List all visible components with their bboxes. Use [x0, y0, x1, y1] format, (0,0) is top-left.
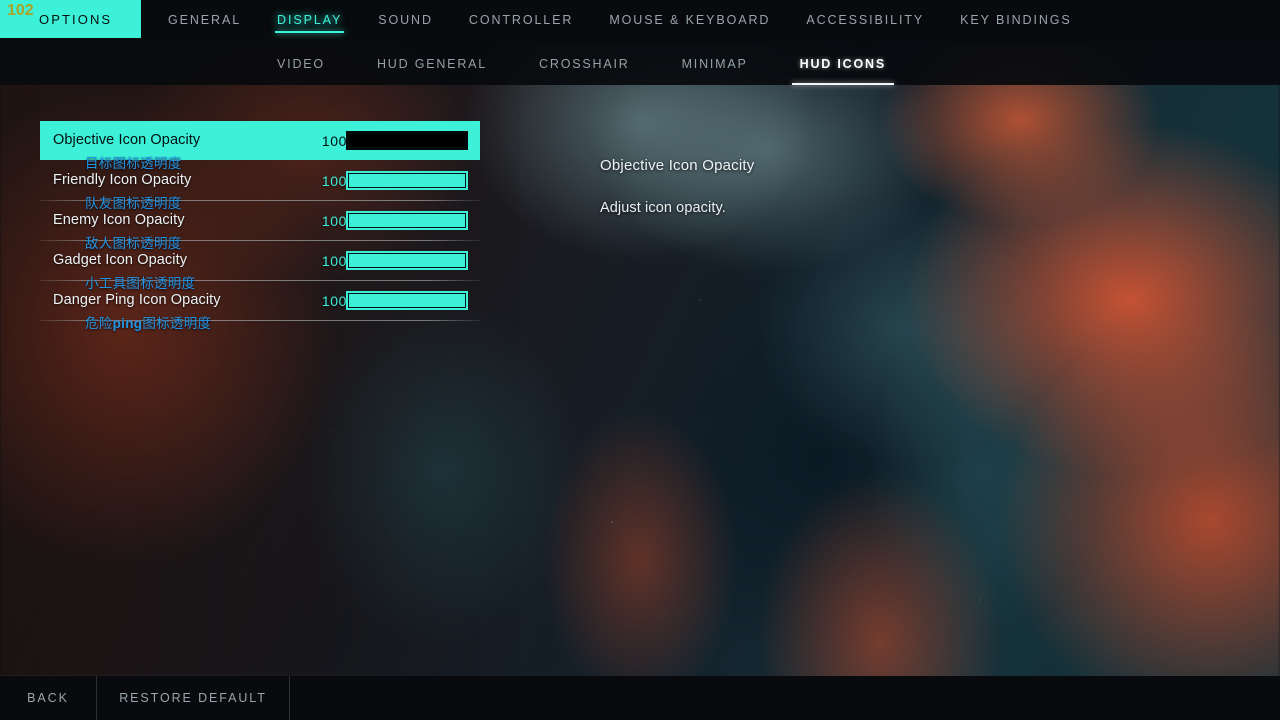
- back-button[interactable]: BACK: [0, 676, 96, 720]
- main-tab-mouse-keyboard[interactable]: MOUSE & KEYBOARD: [591, 0, 788, 42]
- bottom-divider-2: [289, 676, 290, 720]
- main-tab-bar: GENERAL DISPLAY SOUND CONTROLLER MOUSE &…: [150, 0, 1090, 42]
- main-tab-general[interactable]: GENERAL: [150, 0, 259, 42]
- opacity-slider[interactable]: [346, 251, 468, 270]
- setting-subtitle-bold: ping: [112, 316, 143, 331]
- counter-badge: 102: [7, 2, 34, 19]
- sub-tab-hud-icons[interactable]: HUD ICONS: [774, 54, 912, 85]
- description-body: Adjust icon opacity.: [600, 200, 726, 216]
- back-button-label: BACK: [27, 691, 69, 705]
- setting-subtitle: 目标图标透明度: [85, 152, 182, 172]
- options-screen: 102 OPTIONS GENERAL DISPLAY SOUND CONTRO…: [0, 0, 1280, 720]
- slider-fill: [349, 254, 465, 267]
- setting-subtitle-pre: 队友图标透明度: [85, 196, 182, 211]
- main-tab-display-label: DISPLAY: [277, 13, 343, 27]
- setting-subtitle: 危险ping图标透明度: [85, 312, 211, 332]
- sub-navigation-bar: VIDEO HUD GENERAL CROSSHAIR MINIMAP HUD …: [0, 42, 1280, 85]
- setting-value: 100: [321, 133, 347, 149]
- opacity-slider[interactable]: [346, 131, 468, 150]
- description-panel: Objective Icon Opacity Adjust icon opaci…: [600, 157, 1030, 216]
- sub-tab-crosshair-label: CROSSHAIR: [539, 56, 630, 71]
- settings-list: Objective Icon Opacity 100 目标图标透明度 Frien…: [40, 121, 480, 331]
- setting-subtitle: 敌人图标透明度: [85, 232, 182, 252]
- setting-value: 100: [321, 173, 347, 189]
- sub-tab-hud-general[interactable]: HUD GENERAL: [351, 54, 513, 74]
- opacity-slider[interactable]: [346, 171, 468, 190]
- setting-value: 100: [321, 293, 347, 309]
- setting-label: Objective Icon Opacity: [53, 132, 201, 148]
- setting-label: Danger Ping Icon Opacity: [53, 292, 221, 308]
- description-title: Objective Icon Opacity: [600, 157, 755, 174]
- opacity-slider[interactable]: [346, 291, 468, 310]
- sub-tab-bar: VIDEO HUD GENERAL CROSSHAIR MINIMAP HUD …: [251, 42, 912, 85]
- sub-tab-video[interactable]: VIDEO: [251, 54, 351, 74]
- main-tab-accessibility-label: ACCESSIBILITY: [806, 13, 925, 27]
- sub-tab-crosshair[interactable]: CROSSHAIR: [513, 54, 656, 74]
- main-tab-sound[interactable]: SOUND: [360, 0, 451, 42]
- setting-label: Friendly Icon Opacity: [53, 172, 192, 188]
- slider-fill: [349, 134, 465, 147]
- main-tab-sound-label: SOUND: [378, 13, 433, 27]
- sub-tab-minimap-label: MINIMAP: [681, 56, 748, 71]
- restore-default-button-label: RESTORE DEFAULT: [119, 691, 267, 705]
- slider-fill: [349, 294, 465, 307]
- background-artwork: [0, 0, 1280, 720]
- main-tab-controller[interactable]: CONTROLLER: [451, 0, 591, 42]
- main-tab-mouse-keyboard-label: MOUSE & KEYBOARD: [609, 13, 771, 27]
- opacity-slider[interactable]: [346, 211, 468, 230]
- setting-subtitle-pre: 敌人图标透明度: [85, 236, 182, 251]
- main-tab-key-bindings[interactable]: KEY BINDINGS: [942, 0, 1089, 42]
- setting-subtitle-pre: 目标图标透明度: [85, 156, 182, 171]
- setting-label: Gadget Icon Opacity: [53, 252, 188, 268]
- sub-tab-video-label: VIDEO: [277, 56, 325, 71]
- main-tab-general-label: GENERAL: [168, 13, 242, 27]
- sub-tab-minimap[interactable]: MINIMAP: [656, 54, 774, 74]
- top-navigation-bar: 102 OPTIONS GENERAL DISPLAY SOUND CONTRO…: [0, 0, 1280, 42]
- main-tab-key-bindings-label: KEY BINDINGS: [960, 13, 1072, 27]
- sub-tab-hud-general-label: HUD GENERAL: [376, 56, 488, 71]
- setting-row-objective-icon-opacity[interactable]: Objective Icon Opacity 100 目标图标透明度: [40, 121, 480, 171]
- sub-tab-hud-icons-label: HUD ICONS: [799, 56, 886, 71]
- bottom-action-bar: BACK RESTORE DEFAULT: [0, 676, 1280, 720]
- options-label: OPTIONS: [39, 12, 113, 27]
- main-tab-accessibility[interactable]: ACCESSIBILITY: [788, 0, 942, 42]
- slider-fill: [349, 214, 465, 227]
- slider-fill: [349, 174, 465, 187]
- setting-subtitle: 小工具图标透明度: [85, 272, 195, 292]
- setting-value: 100: [321, 213, 347, 229]
- setting-label: Enemy Icon Opacity: [53, 212, 185, 228]
- setting-subtitle-pre: 危险: [85, 316, 113, 331]
- setting-subtitle: 队友图标透明度: [85, 192, 182, 212]
- setting-subtitle-post: 图标透明度: [142, 316, 212, 331]
- restore-default-button[interactable]: RESTORE DEFAULT: [97, 676, 289, 720]
- setting-value: 100: [321, 253, 347, 269]
- main-tab-display[interactable]: DISPLAY: [259, 0, 360, 42]
- options-title-block: 102 OPTIONS: [0, 0, 141, 38]
- setting-subtitle-pre: 小工具图标透明度: [85, 276, 196, 291]
- main-tab-controller-label: CONTROLLER: [468, 13, 574, 27]
